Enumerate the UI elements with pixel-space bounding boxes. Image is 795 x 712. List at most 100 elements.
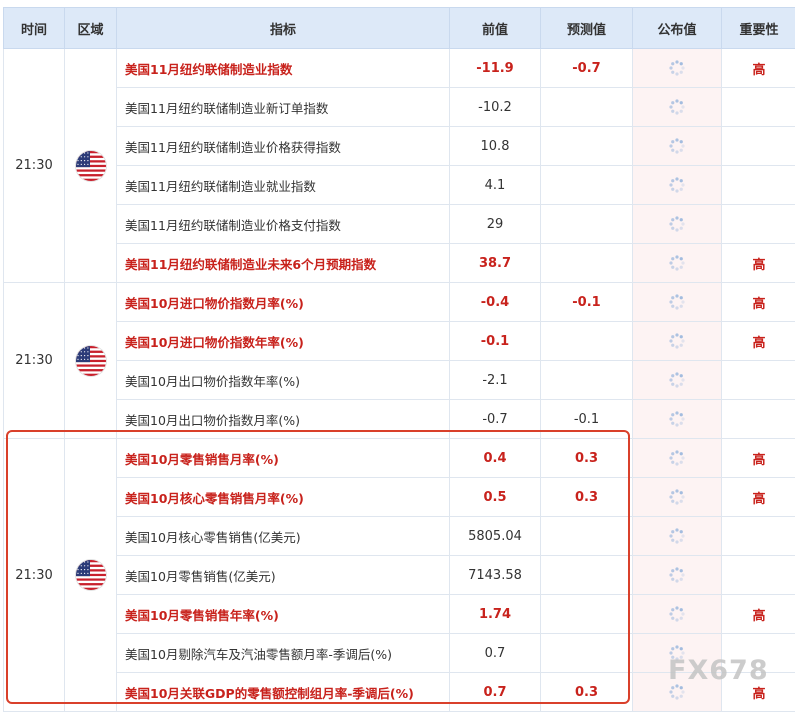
header-importance: 重要性 [722,8,795,49]
forecast-value-cell [541,322,633,361]
published-value-cell [633,361,722,400]
importance-cell [722,205,795,244]
previous-value-cell: 29 [450,205,541,244]
indicator-cell[interactable]: 美国11月纽约联储制造业就业指数 [117,166,450,205]
table-row: 美国11月纽约联储制造业价格获得指数10.8 [4,127,795,166]
table-row: 21:30美国11月纽约联储制造业指数-11.9-0.7高 [4,49,795,88]
importance-cell [722,127,795,166]
importance-cell [722,517,795,556]
forecast-value-cell: 0.3 [541,439,633,478]
published-value-cell [633,205,722,244]
indicator-cell[interactable]: 美国10月出口物价指数年率(%) [117,361,450,400]
published-value-cell [633,634,722,673]
loading-spinner-icon [668,605,686,623]
importance-cell [722,361,795,400]
indicator-cell[interactable]: 美国10月零售销售(亿美元) [117,556,450,595]
forecast-value-cell: -0.7 [541,49,633,88]
previous-value-cell: -2.1 [450,361,541,400]
importance-cell [722,400,795,439]
published-value-cell [633,439,722,478]
us-flag-icon [76,560,106,590]
previous-value-cell: 0.7 [450,634,541,673]
table-row: 美国10月零售销售(亿美元)7143.58 [4,556,795,595]
loading-spinner-icon [668,371,686,389]
published-value-cell [633,400,722,439]
indicator-cell[interactable]: 美国10月进口物价指数月率(%) [117,283,450,322]
forecast-value-cell [541,634,633,673]
importance-cell: 高 [722,595,795,634]
published-value-cell [633,88,722,127]
region-cell [65,439,117,712]
table-row: 美国11月纽约联储制造业价格支付指数29 [4,205,795,244]
table-row: 美国11月纽约联储制造业新订单指数-10.2 [4,88,795,127]
published-value-cell [633,49,722,88]
header-region: 区域 [65,8,117,49]
indicator-cell[interactable]: 美国10月剔除汽车及汽油零售额月率-季调后(%) [117,634,450,673]
published-value-cell [633,244,722,283]
previous-value-cell: 10.8 [450,127,541,166]
table-row: 美国10月零售销售年率(%)1.74 高 [4,595,795,634]
previous-value-cell: 0.7 [450,673,541,712]
forecast-value-cell [541,595,633,634]
importance-cell [722,166,795,205]
region-cell [65,283,117,439]
importance-cell [722,556,795,595]
indicator-cell[interactable]: 美国11月纽约联储制造业价格获得指数 [117,127,450,166]
forecast-value-cell [541,361,633,400]
table-row: 21:30美国10月进口物价指数月率(%)-0.4-0.1高 [4,283,795,322]
indicator-cell[interactable]: 美国11月纽约联储制造业指数 [117,49,450,88]
previous-value-cell: 4.1 [450,166,541,205]
forecast-value-cell [541,88,633,127]
published-value-cell [633,283,722,322]
economic-calendar-table: 时间 区域 指标 前值 预测值 公布值 重要性 21:30美国11月纽约联储制造… [3,7,795,712]
table-row: 21:30美国10月零售销售月率(%)0.40.3高 [4,439,795,478]
previous-value-cell: 1.74 [450,595,541,634]
table-row: 美国10月核心零售销售月率(%)0.50.3高 [4,478,795,517]
published-value-cell [633,166,722,205]
forecast-value-cell: -0.1 [541,283,633,322]
table-row: 美国10月关联GDP的零售额控制组月率-季调后(%)0.70.3高 [4,673,795,712]
previous-value-cell: -11.9 [450,49,541,88]
indicator-cell[interactable]: 美国11月纽约联储制造业价格支付指数 [117,205,450,244]
indicator-cell[interactable]: 美国11月纽约联储制造业新订单指数 [117,88,450,127]
loading-spinner-icon [668,644,686,662]
indicator-cell[interactable]: 美国10月关联GDP的零售额控制组月率-季调后(%) [117,673,450,712]
table-body: 21:30美国11月纽约联储制造业指数-11.9-0.7高美国11月纽约联储制造… [4,49,795,712]
indicator-cell[interactable]: 美国11月纽约联储制造业未来6个月预期指数 [117,244,450,283]
loading-spinner-icon [668,449,686,467]
loading-spinner-icon [668,566,686,584]
loading-spinner-icon [668,137,686,155]
previous-value-cell: 0.4 [450,439,541,478]
header-published: 公布值 [633,8,722,49]
loading-spinner-icon [668,176,686,194]
importance-cell [722,634,795,673]
time-cell: 21:30 [4,439,65,712]
indicator-cell[interactable]: 美国10月出口物价指数月率(%) [117,400,450,439]
forecast-value-cell [541,517,633,556]
importance-cell: 高 [722,439,795,478]
forecast-value-cell [541,556,633,595]
table-row: 美国10月出口物价指数月率(%)-0.7-0.1 [4,400,795,439]
previous-value-cell: 38.7 [450,244,541,283]
loading-spinner-icon [668,254,686,272]
header-forecast: 预测值 [541,8,633,49]
forecast-value-cell: -0.1 [541,400,633,439]
published-value-cell [633,673,722,712]
forecast-value-cell: 0.3 [541,478,633,517]
indicator-cell[interactable]: 美国10月核心零售销售(亿美元) [117,517,450,556]
indicator-cell[interactable]: 美国10月进口物价指数年率(%) [117,322,450,361]
forecast-value-cell [541,244,633,283]
time-cell: 21:30 [4,49,65,283]
table-header-row: 时间 区域 指标 前值 预测值 公布值 重要性 [4,8,795,49]
table-row: 美国11月纽约联储制造业就业指数4.1 [4,166,795,205]
loading-spinner-icon [668,410,686,428]
previous-value-cell: -0.4 [450,283,541,322]
indicator-cell[interactable]: 美国10月核心零售销售月率(%) [117,478,450,517]
indicator-cell[interactable]: 美国10月零售销售月率(%) [117,439,450,478]
region-cell [65,49,117,283]
time-cell: 21:30 [4,283,65,439]
loading-spinner-icon [668,98,686,116]
loading-spinner-icon [668,332,686,350]
indicator-cell[interactable]: 美国10月零售销售年率(%) [117,595,450,634]
importance-cell [722,88,795,127]
